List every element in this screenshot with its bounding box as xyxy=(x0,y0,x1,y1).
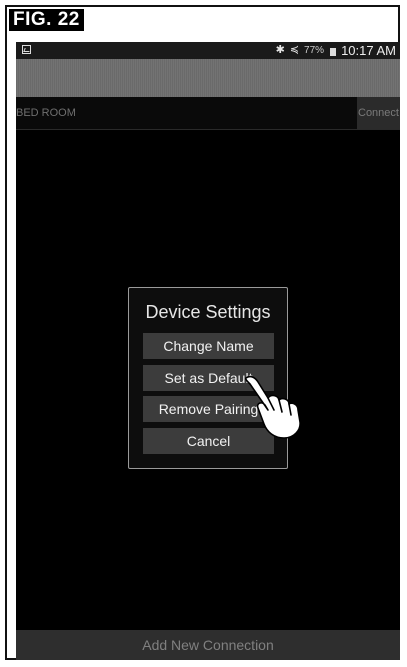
image-icon xyxy=(22,45,31,54)
battery-icon xyxy=(330,45,337,56)
connect-button[interactable]: Connect xyxy=(357,97,400,129)
status-icons: ✱ ≼ 77% 10:17 AM xyxy=(276,42,396,59)
device-row[interactable]: BED ROOM Connect xyxy=(16,97,400,130)
battery-percent: 77% xyxy=(304,45,325,56)
device-name: BED ROOM xyxy=(16,107,76,119)
dialog-title: Device Settings xyxy=(145,302,271,322)
add-new-connection-button[interactable]: Add New Connection xyxy=(16,630,400,660)
bluetooth-icon: ✱ xyxy=(275,44,285,56)
clock: 10:17 AM xyxy=(341,43,396,58)
change-name-button[interactable]: Change Name xyxy=(143,333,274,359)
pointing-hand-icon xyxy=(244,375,301,439)
phone-screen: ✱ ≼ 77% 10:17 AM BED ROOM Connect Device… xyxy=(16,42,400,660)
status-bar: ✱ ≼ 77% 10:17 AM xyxy=(16,42,400,59)
vibrate-mute-icon: ≼ xyxy=(289,44,300,56)
action-bar xyxy=(16,59,400,97)
figure-label: FIG. 22 xyxy=(9,9,84,31)
